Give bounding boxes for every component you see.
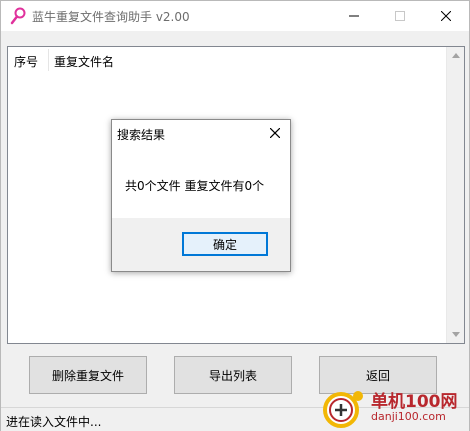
maximize-button[interactable] [377, 1, 423, 31]
scroll-down-arrow-icon[interactable] [447, 326, 464, 343]
column-header-index[interactable]: 序号 [14, 53, 38, 70]
site-watermark: 单机100网 danji100.com [321, 384, 469, 430]
app-window: 蓝牛重复文件查询助手 v2.00 序号 重复文件名 删除重复文件 导出列表 返回 [0, 0, 470, 431]
magnifier-app-icon [10, 7, 26, 25]
export-list-button[interactable]: 导出列表 [174, 356, 292, 394]
close-icon [270, 128, 280, 138]
list-header: 序号 重复文件名 [8, 47, 446, 73]
delete-duplicates-button[interactable]: 删除重复文件 [29, 356, 147, 394]
ok-button[interactable]: 确定 [182, 232, 268, 256]
dialog-footer: 确定 [112, 218, 290, 271]
maximize-icon [395, 11, 405, 21]
window-title: 蓝牛重复文件查询助手 v2.00 [32, 10, 190, 24]
close-icon [441, 11, 451, 21]
dialog-title: 搜索结果 [117, 128, 166, 142]
column-divider[interactable] [48, 49, 49, 71]
dialog-message: 共0个文件 重复文件有0个 [125, 179, 265, 193]
dialog-close-button[interactable] [264, 123, 286, 143]
column-header-filename[interactable]: 重复文件名 [54, 53, 114, 70]
vertical-scrollbar[interactable] [446, 47, 464, 343]
status-text: 进在读入文件中... [6, 415, 102, 429]
close-button[interactable] [423, 1, 469, 31]
minimize-icon [349, 15, 359, 17]
danji-logo-icon [323, 391, 363, 428]
watermark-url: danji100.com [371, 410, 446, 423]
search-result-dialog: 搜索结果 共0个文件 重复文件有0个 确定 [111, 119, 291, 272]
scroll-up-arrow-icon[interactable] [447, 47, 464, 64]
title-bar[interactable]: 蓝牛重复文件查询助手 v2.00 [1, 1, 469, 31]
minimize-button[interactable] [331, 1, 377, 31]
watermark-name: 单机100网 [371, 392, 458, 412]
